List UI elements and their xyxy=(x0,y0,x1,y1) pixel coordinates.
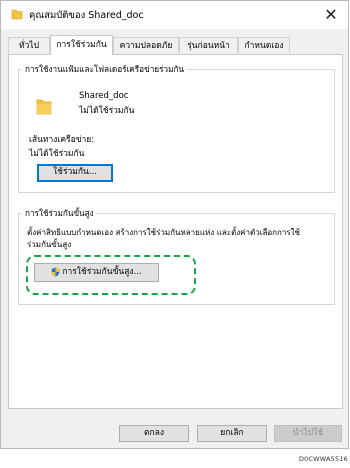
group-title: การใช้งานแฟ้มและโฟลเดอร์เครือข่ายร่วมกัน xyxy=(23,63,187,76)
tab-label: กำหนดเอง xyxy=(244,41,284,51)
tab-label: ทั่วไป xyxy=(18,41,40,51)
properties-dialog: คุณสมบัติของ Shared_doc ✕ ทั่วไป การใช้ร… xyxy=(0,0,349,449)
tab-strip: ทั่วไป การใช้ร่วมกัน ความปลอดภัย รุ่นก่อ… xyxy=(8,35,341,55)
folder-icon xyxy=(11,9,23,20)
tab-previous-versions[interactable]: รุ่นก่อนหน้า xyxy=(179,37,238,53)
sharing-tab-panel: การใช้งานแฟ้มและโฟลเดอร์เครือข่ายร่วมกัน… xyxy=(8,54,343,409)
network-sharing-group: การใช้งานแฟ้มและโฟลเดอร์เครือข่ายร่วมกัน… xyxy=(18,63,335,193)
network-path-value: ไม่ได้ใช้ร่วมกัน xyxy=(29,149,85,159)
title-bar: คุณสมบัติของ Shared_doc ✕ xyxy=(1,1,348,29)
cancel-button[interactable]: ยกเลิก xyxy=(197,425,267,442)
share-button[interactable]: ใช้ร่วมกัน... xyxy=(37,164,113,182)
shield-icon xyxy=(52,267,60,277)
apply-button[interactable]: นำไปใช้ xyxy=(274,425,342,442)
advanced-button-label: การใช้ร่วมกันขั้นสูง... xyxy=(62,267,142,277)
folder-status: ไม่ได้ใช้ร่วมกัน xyxy=(79,106,135,116)
tab-security[interactable]: ความปลอดภัย xyxy=(113,37,179,53)
folder-icon xyxy=(36,99,52,115)
group-title: การใช้ร่วมกันขั้นสูง xyxy=(23,207,96,220)
tab-customize[interactable]: กำหนดเอง xyxy=(238,37,290,53)
tab-label: ความปลอดภัย xyxy=(119,41,173,51)
image-code: D0CWWA5516 xyxy=(298,455,348,463)
tab-general[interactable]: ทั่วไป xyxy=(8,37,50,53)
folder-name: Shared_doc xyxy=(79,91,129,101)
ok-button[interactable]: ตกลง xyxy=(119,425,189,442)
tab-label: การใช้ร่วมกัน xyxy=(56,40,107,50)
close-icon: ✕ xyxy=(324,5,338,24)
tab-label: รุ่นก่อนหน้า xyxy=(187,41,230,51)
advanced-description-cont: ร่วมกันขั้นสูง xyxy=(27,240,72,249)
tab-sharing[interactable]: การใช้ร่วมกัน xyxy=(50,35,113,55)
advanced-sharing-button[interactable]: การใช้ร่วมกันขั้นสูง... xyxy=(34,263,159,282)
window-title: คุณสมบัติของ Shared_doc xyxy=(29,10,144,21)
network-path-label: เส้นทางเครือข่าย: xyxy=(29,135,95,145)
close-button[interactable]: ✕ xyxy=(318,3,344,27)
